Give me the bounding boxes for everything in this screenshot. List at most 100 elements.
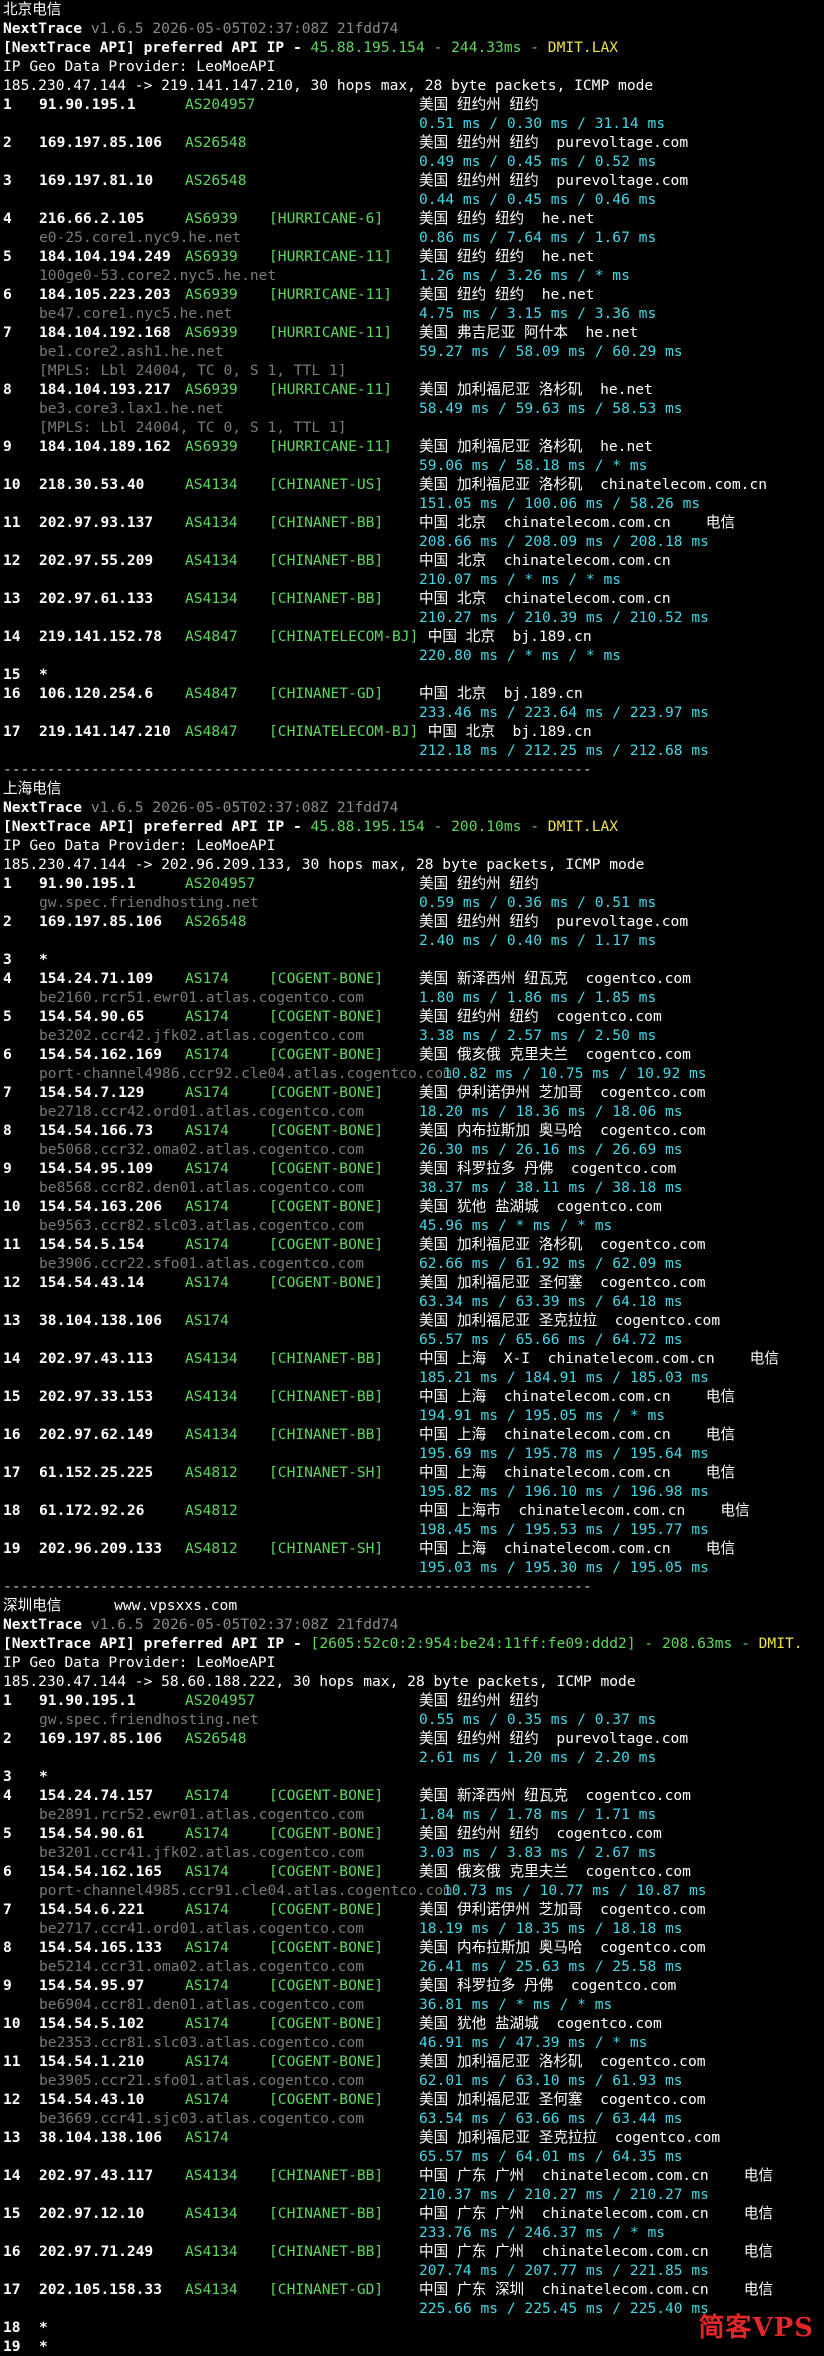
hop-geo-text: 美国 纽约州 纽约 [419, 1692, 539, 1709]
hop-row: 2169.197.85.106AS26548美国 纽约州 纽约 purevolt… [3, 133, 824, 152]
provider-line: IP Geo Data Provider: LeoMoeAPI [3, 57, 824, 76]
hop-asn: AS6939 [185, 247, 238, 266]
hop-asn: AS174 [185, 1976, 229, 1995]
hop-hostname-row: be3202.ccr42.jfk02.atlas.cogentco.com3.3… [3, 1026, 824, 1045]
hop-ip: 154.54.43.14 [39, 1273, 144, 1292]
hop-number: 10 [3, 1197, 21, 1216]
hop-row: 8154.54.166.73AS174[COGENT-BONE]美国 内布拉斯加… [3, 1121, 824, 1140]
hop-geo-text: 美国 加利福尼亚 圣何塞 [419, 2091, 583, 2108]
hop-geo: 美国 科罗拉多 丹佛 cogentco.com [419, 1976, 676, 1995]
hop-isp: 电信 [706, 1426, 735, 1443]
hop-domain: bj.189.cn [504, 685, 583, 702]
hop-asn: AS26548 [185, 133, 247, 152]
hop-asn: AS174 [185, 1938, 229, 1957]
api-ip: 45.88.195.154 [311, 39, 425, 56]
hop-geo-text: 美国 加利福尼亚 圣克拉拉 [419, 1312, 597, 1329]
hop-domain: he.net [542, 286, 595, 303]
trace-header: 185.230.47.144 -> 202.96.209.133, 30 hop… [3, 855, 824, 874]
hop-asn: AS4134 [185, 513, 238, 532]
hop-hostname-row: be5214.ccr31.oma02.atlas.cogentco.com26.… [3, 1957, 824, 1976]
hop-geo: 美国 加利福尼亚 洛杉矶 cogentco.com [419, 1235, 706, 1254]
hop-tag: [COGENT-BONE] [269, 1007, 383, 1026]
hop-number: 10 [3, 2014, 21, 2033]
hop-domain: cogentco.com [600, 1901, 705, 1918]
hop-geo: 美国 新泽西州 纽瓦克 cogentco.com [419, 1786, 691, 1805]
hop-geo: 美国 纽约 纽约 he.net [419, 209, 594, 228]
hop-hostname-row: be2891.rcr52.ewr01.atlas.cogentco.com1.8… [3, 1805, 824, 1824]
hop-geo: 美国 纽约州 纽约 purevoltage.com [419, 133, 688, 152]
hop-rtt-row: 195.82 ms / 196.10 ms / 196.98 ms [3, 1482, 824, 1501]
hop-number: 7 [3, 1900, 12, 1919]
hop-hostname-row: be1.core2.ash1.he.net59.27 ms / 58.09 ms… [3, 342, 824, 361]
version-line: NextTrace v1.6.5 2026-05-05T02:37:08Z 21… [3, 1615, 824, 1634]
hop-number: 10 [3, 475, 21, 494]
hop-asn: AS26548 [185, 171, 247, 190]
hop-row: 8184.104.193.217AS6939[HURRICANE-11]美国 加… [3, 380, 824, 399]
hop-domain: bj.189.cn [513, 628, 592, 645]
hop-asn: AS4134 [185, 2280, 238, 2299]
api-line: [NextTrace API] preferred API IP - 45.88… [3, 38, 824, 57]
hop-asn: AS4134 [185, 2166, 238, 2185]
hop-hostname-row: be2353.ccr81.slc03.atlas.cogentco.com46.… [3, 2033, 824, 2052]
hop-number: 4 [3, 209, 12, 228]
hop-hostname-row: be3669.ccr41.sjc03.atlas.cogentco.com63.… [3, 2109, 824, 2128]
hop-hostname: be3669.ccr41.sjc03.atlas.cogentco.com [39, 2109, 364, 2128]
hop-isp: 电信 [706, 1388, 735, 1405]
hop-row: 10154.54.5.102AS174[COGENT-BONE]美国 犹他 盐湖… [3, 2014, 824, 2033]
hop-asn: AS6939 [185, 323, 238, 342]
hop-geo: 中国 北京 chinatelecom.com.cn 电信 [419, 513, 735, 532]
hop-rtt: 58.49 ms / 59.63 ms / 58.53 ms [419, 399, 683, 418]
hop-geo: 美国 纽约州 纽约 cogentco.com [419, 1824, 662, 1843]
hop-geo-text: 美国 科罗拉多 丹佛 [419, 1160, 553, 1177]
hop-hostname-row: be3201.ccr41.jfk02.atlas.cogentco.com3.0… [3, 1843, 824, 1862]
trace-header: 185.230.47.144 -> 219.141.147.210, 30 ho… [3, 76, 824, 95]
hop-rtt: 3.38 ms / 2.57 ms / 2.50 ms [419, 1026, 656, 1045]
hop-number: 9 [3, 1159, 12, 1178]
hop-number: 2 [3, 912, 12, 931]
hop-geo-text: 中国 北京 [419, 723, 495, 740]
hop-row: 3* [3, 950, 824, 969]
hop-number: 3 [3, 1767, 12, 1786]
hop-number: 8 [3, 1938, 12, 1957]
hop-number: 14 [3, 2166, 21, 2185]
hop-isp: 电信 [744, 2243, 773, 2260]
hop-geo: 美国 新泽西州 纽瓦克 cogentco.com [419, 969, 691, 988]
hop-geo: 中国 北京 chinatelecom.com.cn [419, 551, 671, 570]
hop-number: 18 [3, 1501, 21, 1520]
hop-row: 2169.197.85.106AS26548美国 纽约州 纽约 purevolt… [3, 912, 824, 931]
hop-hostname-row: e0-25.core1.nyc9.he.net0.86 ms / 7.64 ms… [3, 228, 824, 247]
api-ip: 45.88.195.154 [311, 818, 425, 835]
trace-text: 185.230.47.144 -> 58.60.188.222, 30 hops… [3, 1673, 636, 1690]
hop-number: 11 [3, 1235, 21, 1254]
hop-rtt: 38.37 ms / 38.11 ms / 38.18 ms [419, 1178, 683, 1197]
hop-row: 191.90.195.1AS204957美国 纽约州 纽约 [3, 1691, 824, 1710]
hop-asn: AS6939 [185, 285, 238, 304]
hop-row: 11154.54.1.210AS174[COGENT-BONE]美国 加利福尼亚… [3, 2052, 824, 2071]
hop-ip: 91.90.195.1 [39, 1691, 136, 1710]
hop-asn: AS174 [185, 1159, 229, 1178]
hop-geo: 美国 犹他 盐湖城 cogentco.com [419, 1197, 662, 1216]
hop-number: 1 [3, 1691, 12, 1710]
hop-tag: [COGENT-BONE] [269, 1273, 383, 1292]
trace-header: 185.230.47.144 -> 58.60.188.222, 30 hops… [3, 1672, 824, 1691]
hop-hostname: be9563.ccr82.slc03.atlas.cogentco.com [39, 1216, 364, 1235]
hop-geo-text: 美国 纽约州 纽约 [419, 1730, 539, 1747]
hop-domain: chinatelecom.com.cn [504, 1426, 671, 1443]
hop-ip: 202.105.158.33 [39, 2280, 162, 2299]
provider-text: IP Geo Data Provider: LeoMoeAPI [3, 58, 275, 75]
hop-hostname: be5214.ccr31.oma02.atlas.cogentco.com [39, 1957, 364, 1976]
hop-ip: 154.54.7.129 [39, 1083, 144, 1102]
hop-rtt: 220.80 ms / * ms / * ms [419, 646, 621, 665]
hop-isp: 电信 [706, 514, 735, 531]
hop-rtt-row: 2.61 ms / 1.20 ms / 2.20 ms [3, 1748, 824, 1767]
hop-tag: [CHINANET-US] [269, 475, 383, 494]
hop-row: 6154.54.162.165AS174[COGENT-BONE]美国 俄亥俄 … [3, 1862, 824, 1881]
hop-ip: 154.54.1.210 [39, 2052, 144, 2071]
hop-geo: 美国 纽约州 纽约 [419, 874, 539, 893]
hop-number: 5 [3, 1007, 12, 1026]
hop-geo-text: 美国 纽约 纽约 [419, 248, 524, 265]
hop-asn: AS174 [185, 1786, 229, 1805]
hop-number: 18 [3, 2318, 21, 2337]
hop-isp: 电信 [744, 2167, 773, 2184]
hop-domain: chinatelecom.com.cn [548, 1350, 715, 1367]
